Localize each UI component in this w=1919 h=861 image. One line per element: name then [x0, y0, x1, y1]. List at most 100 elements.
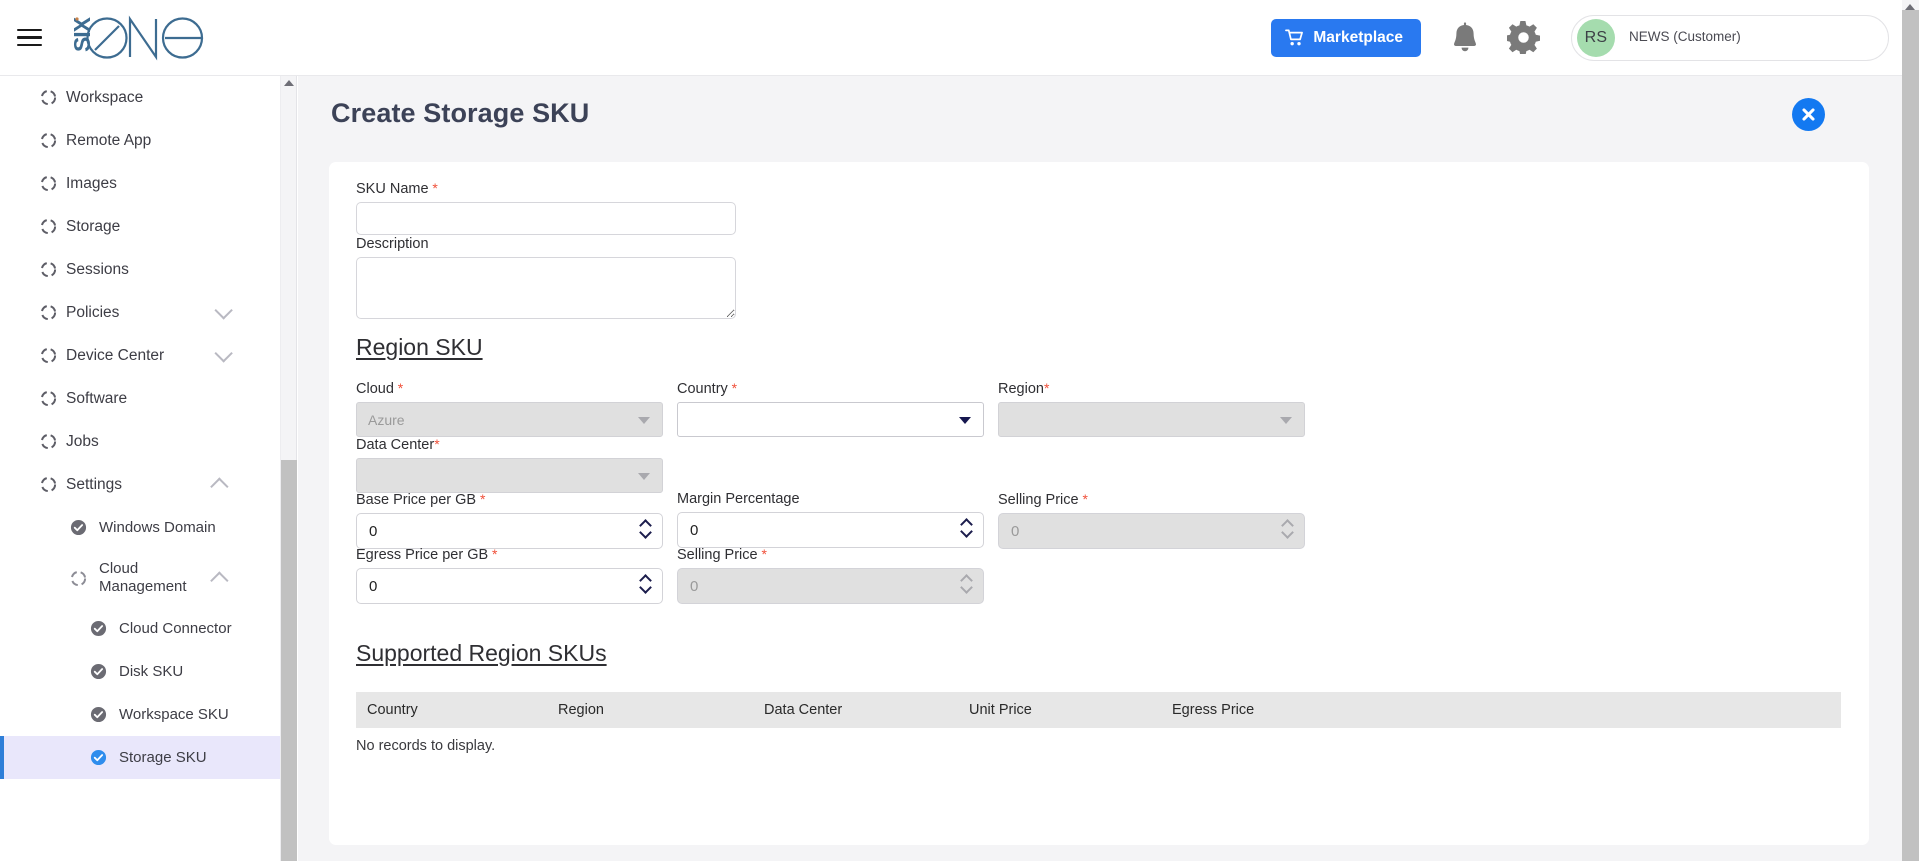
sidebar-item-remote-app[interactable]: Remote App — [0, 119, 280, 162]
egress-price-label-text: Egress Price per GB — [356, 547, 489, 563]
description-textarea[interactable] — [356, 257, 736, 319]
sidebar-item-label: Remote App — [66, 131, 152, 149]
page-scrollbar[interactable] — [1902, 0, 1919, 861]
page-scrollbar-thumb[interactable] — [1902, 10, 1919, 861]
required-asterisk: * — [1043, 380, 1050, 396]
required-asterisk: * — [488, 546, 498, 562]
egress-price-field-group: Egress Price per GB * — [356, 546, 663, 604]
required-asterisk: * — [476, 491, 486, 507]
settings-button[interactable] — [1501, 16, 1545, 60]
sidebar-item-cloud-connector[interactable]: Cloud Connector — [0, 607, 280, 650]
sidebar-item-device-center[interactable]: Device Center — [0, 334, 280, 377]
user-profile-chip[interactable]: RS NEWS (Customer) — [1571, 14, 1889, 61]
sidebar-item-jobs[interactable]: Jobs — [0, 420, 280, 463]
sidebar-item-label: Storage — [66, 217, 121, 235]
close-icon — [1802, 108, 1815, 121]
selling-price-top-field-group: Selling Price * — [998, 491, 1305, 549]
user-info: NEWS (Customer) — [1629, 29, 1741, 46]
sidebar-item-cloud-management[interactable]: Cloud Management — [0, 549, 280, 607]
selling-price-top-value — [999, 521, 1259, 541]
margin-percentage-label: Margin Percentage — [677, 491, 800, 507]
sidebar-item-disk-sku[interactable]: Disk SKU — [0, 650, 280, 693]
table-column-header[interactable]: Egress Price — [1172, 702, 1422, 718]
dashed-circle-icon — [40, 433, 57, 450]
egress-price-stepper[interactable] — [640, 575, 651, 591]
description-field-group: Description — [356, 236, 736, 319]
dashed-circle-icon — [40, 304, 57, 321]
scroll-up-arrow-icon[interactable] — [284, 80, 294, 86]
stepper-down-icon[interactable] — [640, 530, 651, 536]
sidebar-item-workspace[interactable]: Workspace — [0, 76, 280, 119]
sidebar-item-label: Software — [66, 389, 128, 407]
check-circle-icon — [90, 663, 107, 680]
app-logo[interactable]: SIX — [60, 13, 212, 63]
sidebar-item-label: Workspace — [66, 88, 144, 106]
sidebar-item-sessions[interactable]: Sessions — [0, 248, 280, 291]
dashed-circle-icon — [40, 476, 57, 493]
sku-name-input[interactable] — [356, 202, 736, 235]
stepper-down-icon[interactable] — [640, 585, 651, 591]
selling-price-top-number-input — [998, 513, 1305, 549]
egress-price-number-input[interactable] — [356, 568, 663, 604]
stepper-up-icon[interactable] — [961, 519, 972, 525]
stepper-down-icon — [1282, 530, 1293, 536]
selling-price-top-label-text: Selling Price — [998, 492, 1079, 508]
sidebar-item-policies[interactable]: Policies — [0, 291, 280, 334]
table-empty-message: No records to display. — [356, 738, 496, 754]
notifications-button[interactable] — [1443, 16, 1487, 60]
table-column-header[interactable]: Region — [558, 702, 764, 718]
egress-price-value[interactable] — [357, 576, 617, 596]
margin-percentage-value[interactable] — [678, 520, 938, 540]
sidebar-item-storage[interactable]: Storage — [0, 205, 280, 248]
check-circle-icon — [90, 620, 107, 637]
close-button[interactable] — [1792, 98, 1825, 131]
sidebar-item-software[interactable]: Software — [0, 377, 280, 420]
sidebar-scrollbar-thumb[interactable] — [281, 460, 297, 861]
chevron-down-icon[interactable] — [214, 344, 233, 363]
sidebar-item-images[interactable]: Images — [0, 162, 280, 205]
sidebar-item-storage-sku[interactable]: Storage SKU — [0, 736, 280, 779]
main-content: Create Storage SKU SKU Name * Descriptio… — [298, 76, 1902, 861]
sidebar-scrollbar[interactable] — [281, 76, 297, 861]
gear-icon — [1506, 21, 1540, 54]
sidebar-item-windows-domain[interactable]: Windows Domain — [0, 506, 280, 549]
marketplace-button[interactable]: Marketplace — [1271, 18, 1421, 57]
region-label-text: Region — [998, 381, 1044, 397]
chevron-up-icon[interactable] — [210, 570, 229, 590]
sidebar-item-workspace-sku[interactable]: Workspace SKU — [0, 693, 280, 736]
margin-percentage-number-input[interactable] — [677, 512, 984, 548]
stepper-up-icon[interactable] — [640, 520, 651, 526]
chevron-up-icon[interactable] — [210, 477, 229, 496]
sidebar-item-settings[interactable]: Settings — [0, 463, 280, 506]
table-column-header[interactable]: Country — [356, 702, 558, 718]
base-price-value[interactable] — [357, 521, 617, 541]
stepper-down-icon[interactable] — [961, 529, 972, 535]
stepper-up-icon[interactable] — [640, 575, 651, 581]
country-dropdown[interactable] — [677, 402, 984, 437]
svg-text:SIX: SIX — [69, 16, 95, 52]
selling-price-bottom-value — [678, 576, 938, 596]
margin-percentage-stepper[interactable] — [961, 519, 972, 535]
chevron-down-icon[interactable] — [214, 301, 233, 320]
base-price-field-group: Base Price per GB * — [356, 491, 663, 549]
sidebar-item-label: Storage SKU — [119, 749, 207, 766]
required-asterisk: * — [428, 180, 438, 196]
dashed-circle-icon — [40, 175, 57, 192]
required-asterisk: * — [434, 436, 440, 452]
selling-price-top-label: Selling Price * — [998, 491, 1305, 508]
base-price-stepper[interactable] — [640, 520, 651, 536]
dashed-circle-icon — [40, 347, 57, 364]
hamburger-menu-icon[interactable] — [12, 21, 46, 55]
left-sidebar: Workspace Remote App Images Storage Sess… — [0, 76, 281, 861]
sidebar-item-label: Device Center — [66, 346, 165, 364]
table-column-header[interactable]: Data Center — [764, 702, 969, 718]
dashed-circle-icon — [40, 218, 57, 235]
margin-percentage-field-group: Margin Percentage — [677, 491, 984, 548]
scroll-up-arrow-icon[interactable] — [1905, 4, 1915, 10]
chevron-down-icon — [1280, 416, 1292, 424]
base-price-number-input[interactable] — [356, 513, 663, 549]
sku-name-label: SKU Name * — [356, 180, 736, 197]
dashed-circle-icon — [40, 390, 57, 407]
data-center-label-text: Data Center — [356, 437, 435, 453]
table-column-header[interactable]: Unit Price — [969, 702, 1172, 718]
